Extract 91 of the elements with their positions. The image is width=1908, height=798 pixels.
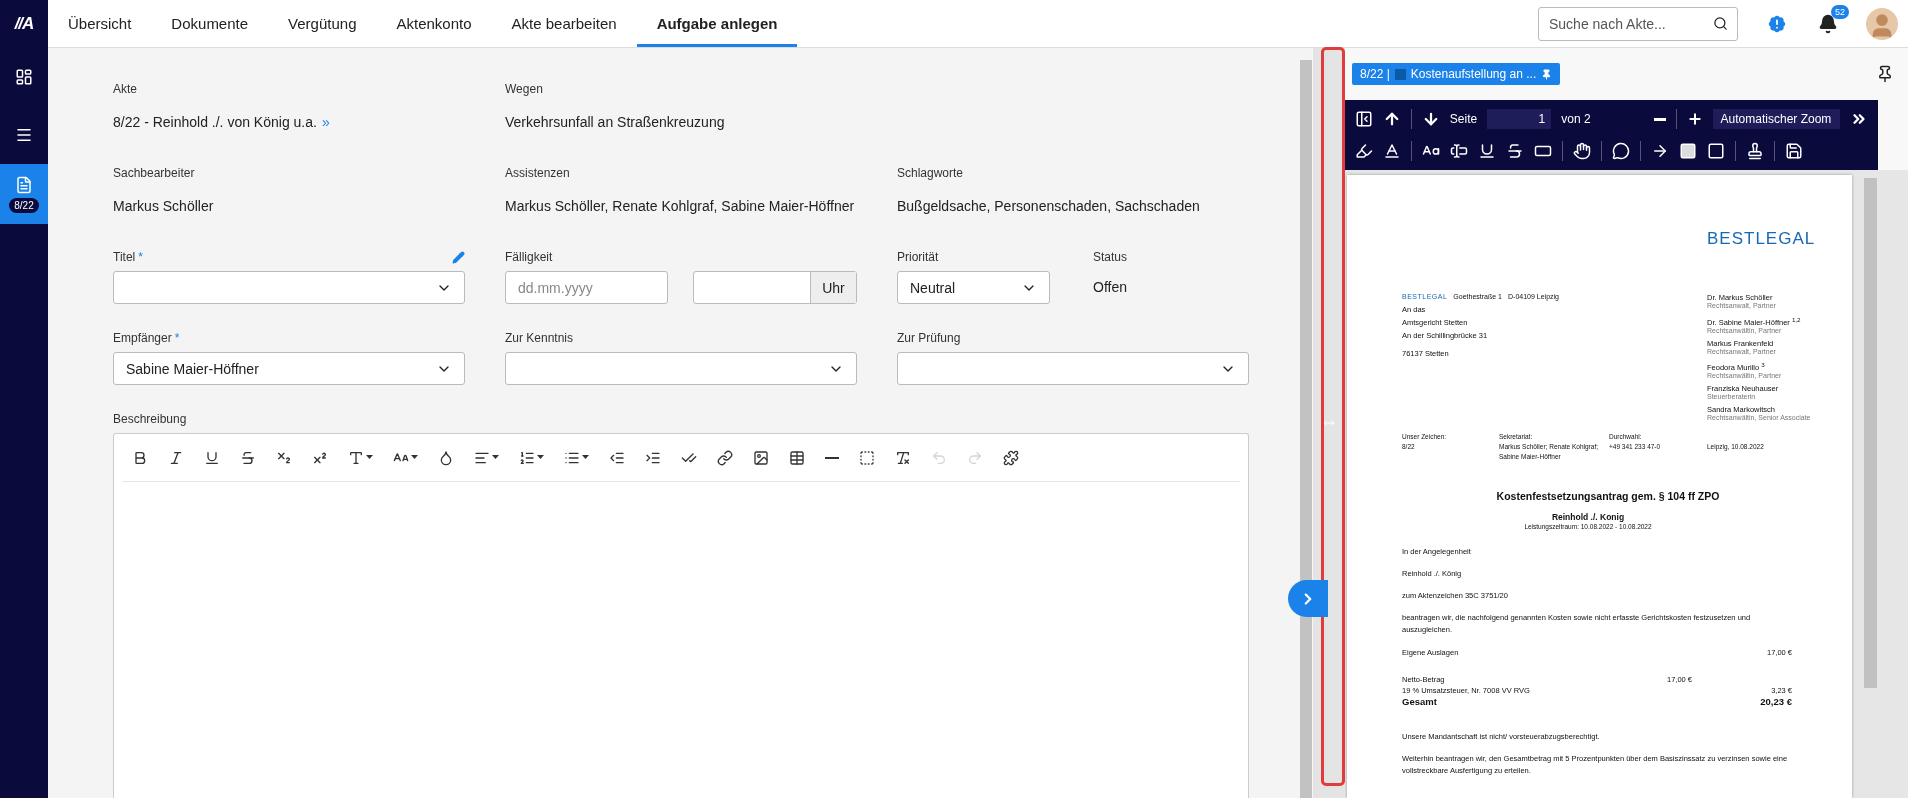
field-label: Empfänger *	[113, 331, 180, 345]
field-label: Schlagworte	[897, 166, 964, 180]
arrow-right-button[interactable]	[1651, 142, 1669, 160]
page-total: von 2	[1561, 112, 1591, 126]
pencil-icon[interactable]	[452, 250, 465, 264]
comment-button[interactable]	[1612, 142, 1630, 160]
filled-square-button[interactable]	[1679, 142, 1697, 160]
time-field[interactable]: Uhr	[693, 271, 857, 304]
zoom-select[interactable]: Automatischer Zoom	[1712, 109, 1840, 129]
menu-icon	[15, 126, 33, 144]
bell-icon[interactable]	[1818, 13, 1838, 34]
hand-button[interactable]	[1573, 142, 1591, 160]
arrow-right-icon	[1651, 142, 1669, 160]
filled-square-icon	[1679, 142, 1697, 160]
nav-tab[interactable]: Aktenkonto	[376, 0, 492, 47]
save-icon	[1785, 142, 1803, 160]
text-color-button[interactable]	[1383, 142, 1401, 160]
tab-number: 8/22 |	[1360, 67, 1390, 81]
field-value: Markus Schöller, Renate Kohlgraf, Sabine Maier-Höffner	[505, 197, 856, 216]
search-field[interactable]: Suche nach Akte...	[1538, 6, 1738, 41]
zoom-in-button[interactable]	[1686, 111, 1703, 127]
alert-icon[interactable]	[1766, 12, 1788, 35]
nav-tab[interactable]: Vergütung	[268, 0, 377, 47]
strikethrough-button[interactable]	[1506, 142, 1524, 160]
document-title: Kostenfestsetzungsantrag gem. § 104 ff ZPO	[1495, 490, 1721, 502]
field-label: Zur Prüfung	[897, 331, 961, 345]
field-value: Markus Schöller	[113, 197, 215, 216]
collapse-button[interactable]	[1288, 580, 1328, 617]
status-value: Offen	[1093, 278, 1128, 297]
highlighter-icon	[1355, 142, 1373, 160]
save-button[interactable]	[1785, 142, 1803, 160]
stamp-button[interactable]	[1746, 142, 1764, 160]
square-icon	[1707, 142, 1725, 160]
field-value: Verkehrsunfall an Straßenkreuzung	[505, 113, 726, 132]
cost-label: Gesamt	[1402, 696, 1438, 707]
text-box-button[interactable]	[1450, 142, 1468, 160]
pin-icon[interactable]	[1876, 65, 1894, 83]
comment-icon	[1612, 142, 1630, 160]
square-button[interactable]	[1707, 142, 1725, 160]
page-field[interactable]: 1	[1487, 109, 1552, 129]
minus-icon	[1653, 117, 1666, 121]
field-label: Beschreibung	[113, 412, 187, 426]
field-label: Assistenzen	[505, 166, 570, 180]
file-link[interactable]: »	[321, 114, 330, 130]
search-icon	[1713, 15, 1728, 31]
field-value: 8/22 - Reinhold ./. von König u.a. »	[113, 113, 331, 132]
letterhead-logo: BESTLEGAL	[1707, 229, 1814, 249]
field-label: Zur Kenntnis	[505, 331, 574, 345]
document-parties: Reinhold ./. Konig	[1550, 512, 1626, 522]
priority-select[interactable]: Neutral	[897, 271, 1050, 304]
field-label: Priorität	[897, 250, 939, 264]
stamp-icon	[1746, 142, 1764, 160]
sidebar-item[interactable]: 8/22	[0, 164, 48, 224]
text-color-icon	[1383, 142, 1401, 160]
sidebar-toggle-button[interactable]	[1355, 110, 1373, 128]
cost-amount: 20,23 €	[1759, 696, 1792, 707]
zoom-out-button[interactable]	[1653, 117, 1666, 121]
sidebar-toggle-icon	[1355, 110, 1373, 128]
dashboard-icon	[15, 68, 33, 86]
strikethrough-icon	[1506, 142, 1524, 160]
text-box-icon	[1450, 142, 1468, 160]
nav-tab[interactable]: Dokumente	[151, 0, 269, 47]
previous-page-button[interactable]	[1383, 110, 1401, 128]
nav-tab[interactable]: Akte bearbeiten	[491, 0, 637, 47]
recipient-select[interactable]: Sabine Maier-Höffner	[113, 352, 465, 385]
document-tab[interactable]: 8/22 | Kostenaufstellung an ...	[1352, 63, 1561, 85]
underline-icon	[1478, 142, 1496, 160]
nav-tab[interactable]: Übersicht	[48, 0, 152, 47]
file-badge: 8/22	[9, 197, 39, 213]
time-unit: Uhr	[810, 272, 856, 303]
scrollbar[interactable]	[1863, 178, 1877, 688]
avatar[interactable]	[1866, 7, 1898, 40]
tab-title: Kostenaufstellung an ...	[1410, 67, 1537, 81]
notification-count: 52	[1831, 4, 1849, 19]
field-label: Wegen	[505, 82, 543, 96]
field-label: Titel *	[113, 250, 143, 264]
field-value: Bußgeldsache, Personenschaden, Sachschaden	[897, 197, 1201, 216]
underline-button[interactable]	[1478, 142, 1496, 160]
field-label: Sachbearbeiter	[113, 166, 195, 180]
field-label: Status	[1093, 250, 1128, 264]
field-label: Fälligkeit	[505, 250, 553, 264]
document-color-icon	[1394, 68, 1406, 80]
highlighter-button[interactable]	[1355, 142, 1373, 160]
page-label: Seite	[1449, 112, 1478, 126]
hand-icon	[1573, 142, 1591, 160]
app-logo: //A	[14, 13, 34, 35]
scrollbar[interactable]	[1300, 60, 1312, 798]
plus-icon	[1686, 111, 1703, 127]
date-field[interactable]: dd.mm.yyyy	[505, 271, 668, 304]
field-label: Akte	[113, 82, 137, 96]
document-icon	[15, 175, 33, 194]
